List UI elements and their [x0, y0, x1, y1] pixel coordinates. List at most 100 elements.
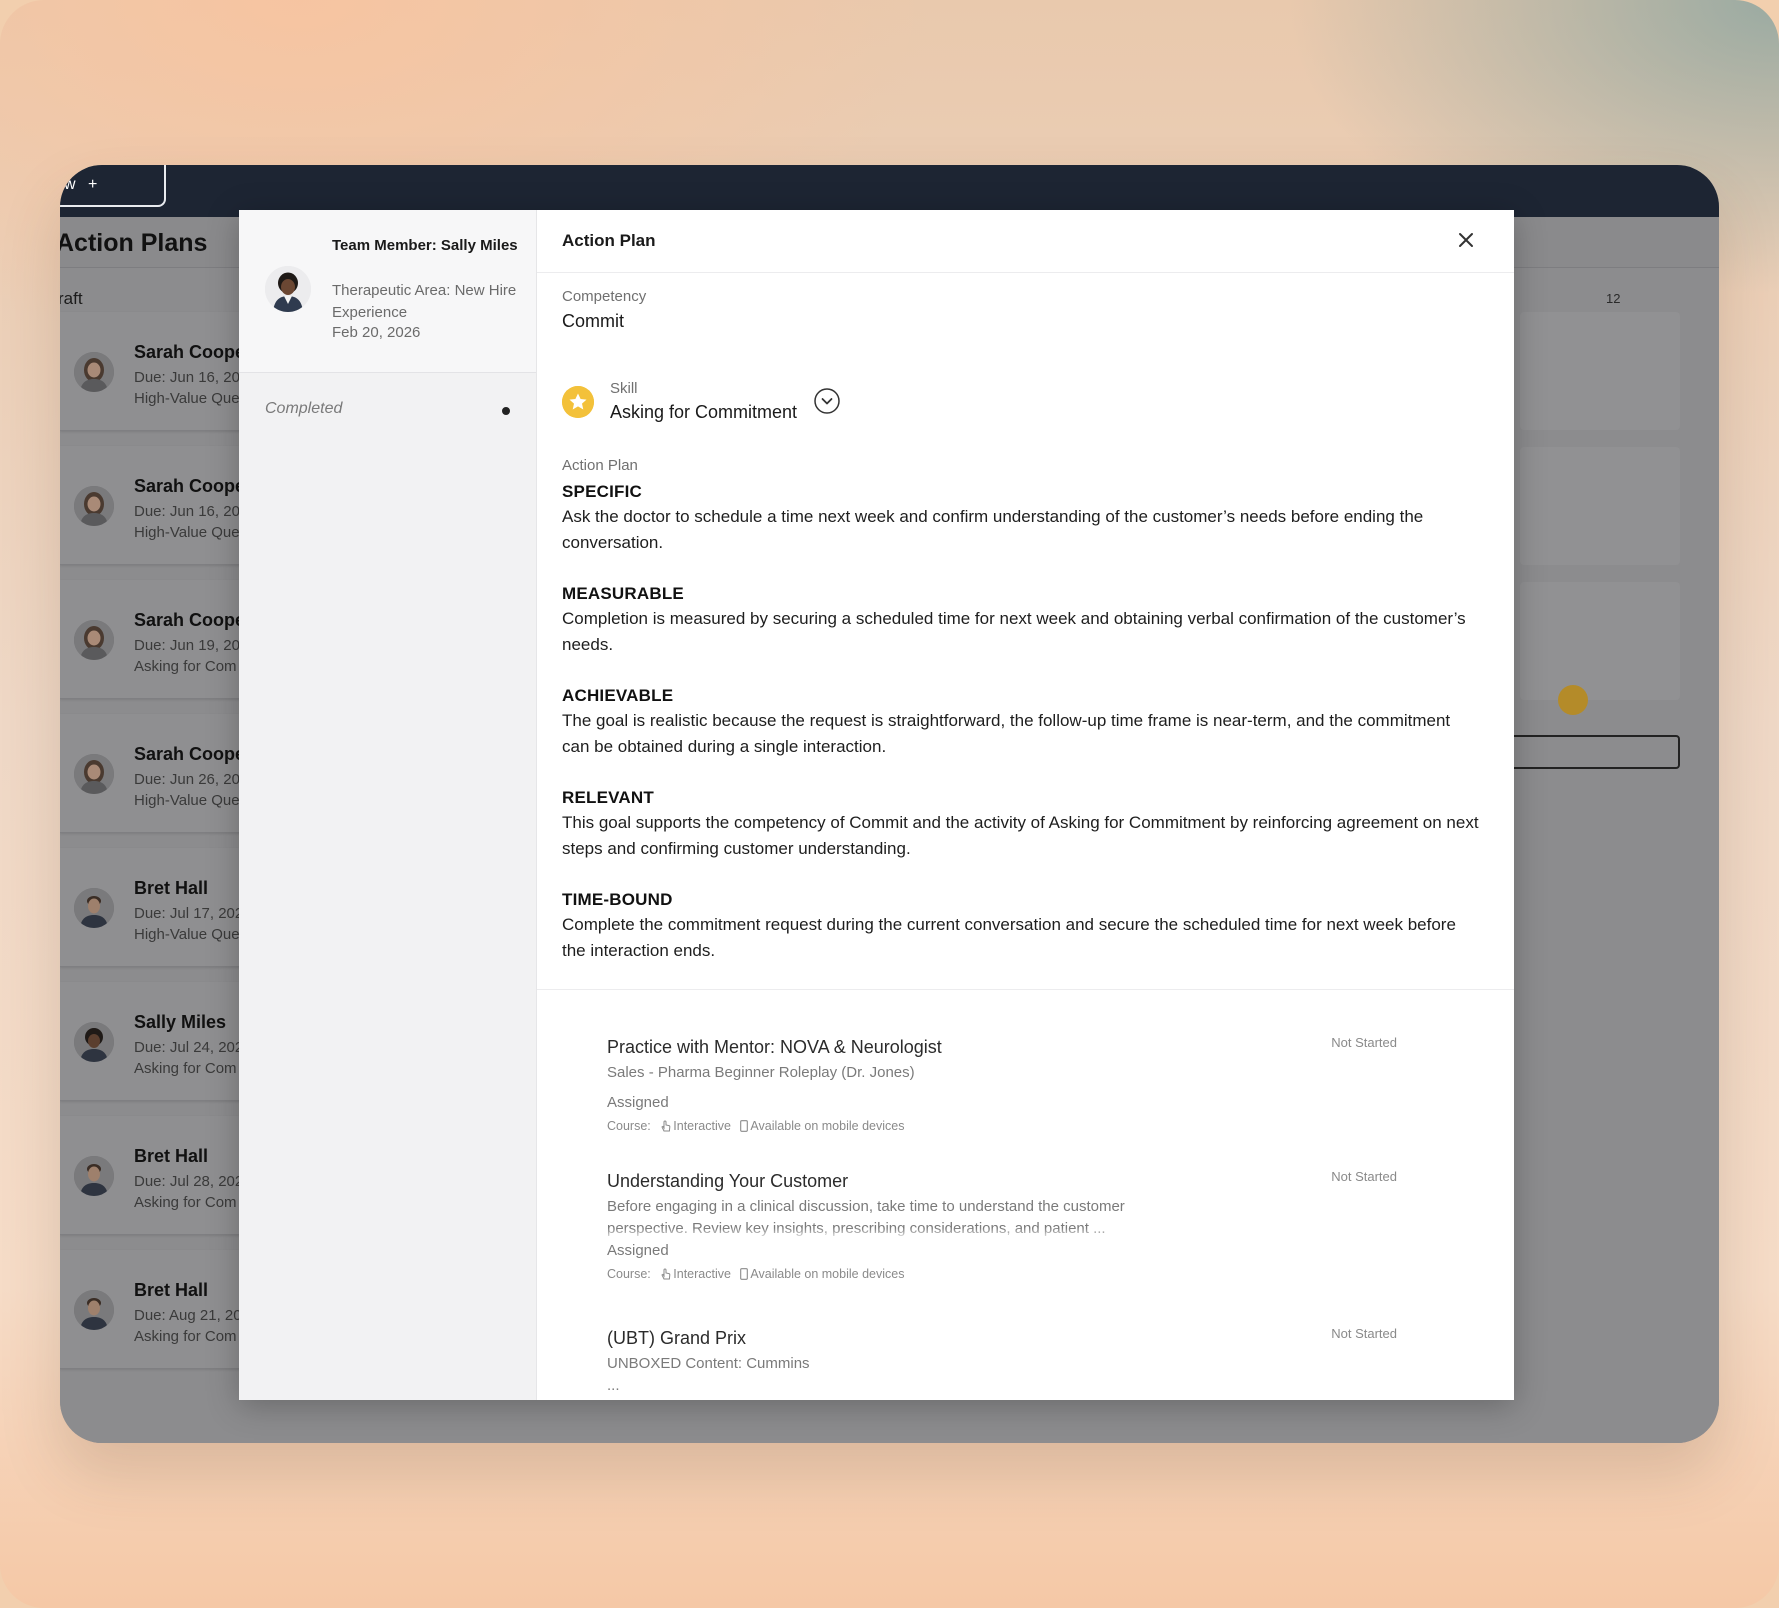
hand-pointer-icon — [661, 1120, 671, 1132]
course-more: ... — [607, 1377, 620, 1394]
course-item[interactable]: Practice with Mentor: NOVA & Neurologist… — [607, 1035, 1467, 1133]
close-icon — [1459, 233, 1473, 247]
card-name: Sarah Coope — [134, 476, 246, 496]
plan-date: Feb 20, 2026 — [332, 324, 421, 341]
interactive-label: Interactive — [673, 1119, 731, 1133]
card-name: Sarah Coope — [134, 744, 246, 764]
status-label[interactable]: Completed — [265, 400, 342, 418]
assignment-status: Assigned — [607, 1242, 669, 1259]
modal-main: Action Plan Competency Commit Skill Aski… — [537, 210, 1514, 1400]
status-dot-icon — [502, 407, 510, 415]
page-title: Action Plans — [60, 229, 208, 257]
skill-value: Asking for Commitment — [610, 402, 798, 422]
smart-text: Complete the commitment request during t… — [562, 915, 1456, 960]
tab-label-partial: w — [64, 176, 76, 193]
modal-title: Action Plan — [562, 231, 656, 250]
avatar — [74, 620, 114, 660]
plus-icon: + — [88, 176, 98, 193]
smart-specific: SPECIFIC Ask the doctor to schedule a ti… — [562, 482, 1482, 556]
modal-header: Action Plan — [537, 210, 1514, 273]
smart-time-bound: TIME-BOUND Complete the commitment reque… — [562, 890, 1482, 964]
smart-heading: SPECIFIC — [562, 482, 643, 501]
skill-label: Skill — [610, 380, 638, 397]
course-meta: Course: Interactive Available on mobile … — [607, 1267, 1467, 1281]
card-due-date: Due: Jun 16, 20 — [134, 503, 240, 520]
modal-sidebar: Team Member: Sally Miles Therapeutic Are… — [239, 210, 537, 1400]
avatar — [74, 1156, 114, 1196]
competency-label: Competency — [562, 288, 647, 305]
background-right-card — [1520, 447, 1680, 565]
avatar — [74, 888, 114, 928]
background-right-card — [1520, 582, 1680, 700]
mobile-icon — [740, 1120, 749, 1132]
course-type-label: Course: — [607, 1267, 651, 1281]
draft-column-label: raft — [60, 289, 83, 308]
card-due-date: Due: Jun 16, 20 — [134, 369, 240, 386]
smart-heading: TIME-BOUND — [562, 890, 673, 909]
mobile-label: Available on mobile devices — [750, 1267, 905, 1281]
card-due-date: Due: Jul 24, 202 — [134, 1039, 244, 1056]
card-due-date: Due: Jun 19, 20 — [134, 637, 240, 654]
competency-value: Commit — [562, 311, 624, 331]
smart-text: Completion is measured by securing a sch… — [562, 609, 1466, 654]
close-button[interactable] — [1454, 228, 1478, 252]
card-skill: Asking for Com — [134, 1060, 237, 1077]
chevron-down-icon — [814, 388, 840, 414]
course-subtitle: Sales - Pharma Beginner Roleplay (Dr. Jo… — [607, 1064, 915, 1081]
card-name: Sally Miles — [134, 1012, 227, 1032]
card-due-date: Due: Aug 21, 20 — [134, 1307, 242, 1324]
hand-pointer-icon — [661, 1268, 671, 1280]
smart-heading: MEASURABLE — [562, 584, 684, 603]
skill-expand-button[interactable] — [814, 388, 840, 414]
interactive-label: Interactive — [673, 1267, 731, 1281]
team-member-name: Team Member: Sally Miles — [332, 237, 518, 254]
card-skill: High-Value Que — [134, 792, 240, 809]
card-skill: Asking for Com — [134, 1194, 237, 1211]
card-due-date: Due: Jul 28, 202 — [134, 1173, 244, 1190]
course-status: Not Started — [1331, 1035, 1397, 1050]
course-description: Before engaging in a clinical discussion… — [607, 1196, 1167, 1240]
new-tab-button[interactable]: w + — [60, 165, 166, 207]
course-item[interactable]: Understanding Your Customer Before engag… — [607, 1169, 1467, 1281]
section-divider — [537, 989, 1514, 990]
smart-heading: RELEVANT — [562, 788, 654, 807]
smart-achievable: ACHIEVABLE The goal is realistic because… — [562, 686, 1482, 760]
course-subtitle: UNBOXED Content: Cummins — [607, 1355, 810, 1372]
card-skill: Asking for Com — [134, 1328, 237, 1345]
background-right-card — [1520, 312, 1680, 430]
card-skill: High-Value Que — [134, 524, 240, 541]
therapeutic-area: Therapeutic Area: New Hire Experience — [332, 282, 517, 321]
smart-text: Ask the doctor to schedule a time next w… — [562, 507, 1424, 552]
assignment-status: Assigned — [607, 1094, 669, 1111]
card-name: Bret Hall — [134, 1280, 209, 1300]
mobile-icon — [740, 1268, 749, 1280]
course-item[interactable]: (UBT) Grand Prix UNBOXED Content: Cummin… — [607, 1326, 1467, 1397]
star-badge-icon — [1558, 685, 1588, 715]
avatar — [265, 266, 311, 312]
avatar — [74, 1290, 114, 1330]
card-name: Bret Hall — [134, 1146, 209, 1166]
smart-text: This goal supports the competency of Com… — [562, 813, 1479, 858]
team-member-summary: Team Member: Sally Miles Therapeutic Are… — [239, 210, 536, 373]
card-name: Bret Hall — [134, 878, 209, 898]
avatar — [74, 754, 114, 794]
star-icon — [562, 386, 594, 418]
card-due-date: Due: Jul 17, 202 — [134, 905, 244, 922]
action-plan-label: Action Plan — [562, 457, 638, 474]
smart-heading: ACHIEVABLE — [562, 686, 674, 705]
action-plan-modal: Team Member: Sally Miles Therapeutic Are… — [239, 210, 1514, 1400]
background-button — [1500, 735, 1680, 769]
card-skill: Asking for Com — [134, 658, 237, 675]
course-type-label: Course: — [607, 1119, 651, 1133]
smart-relevant: RELEVANT This goal supports the competen… — [562, 788, 1482, 862]
card-due-date: Due: Jun 26, 20 — [134, 771, 240, 788]
avatar — [74, 486, 114, 526]
avatar — [74, 1022, 114, 1062]
course-status: Not Started — [1331, 1169, 1397, 1184]
smart-text: The goal is realistic because the reques… — [562, 711, 1451, 756]
card-name: Sarah Coope — [134, 610, 246, 630]
column-count: 12 — [1606, 291, 1621, 306]
course-status: Not Started — [1331, 1326, 1397, 1341]
mobile-label: Available on mobile devices — [750, 1119, 905, 1133]
card-name: Sarah Coope — [134, 342, 246, 362]
